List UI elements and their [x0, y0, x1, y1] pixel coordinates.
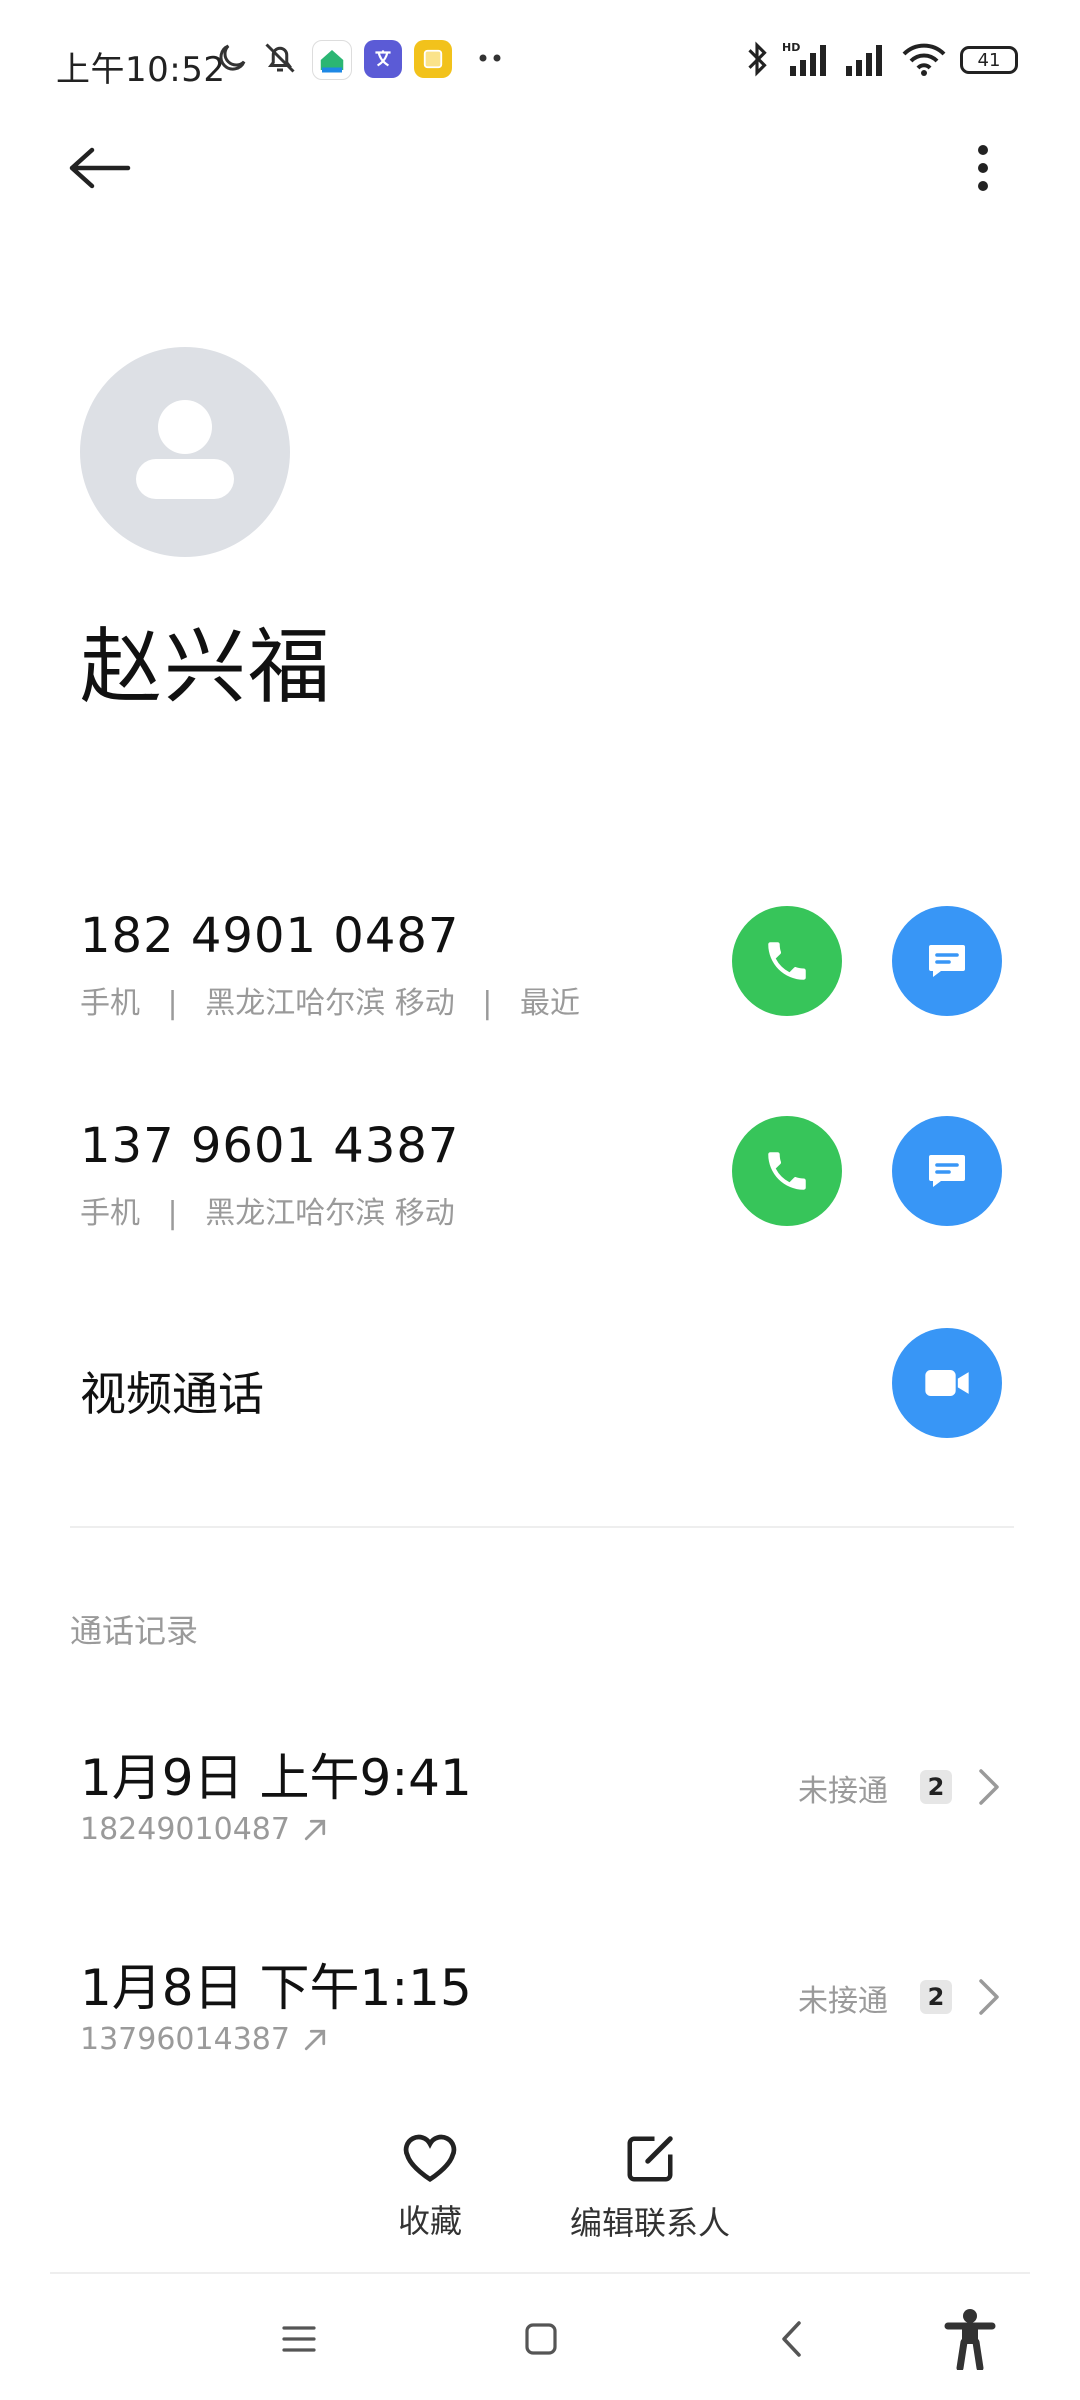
back-button[interactable]	[60, 128, 140, 208]
call-status: 未接通	[798, 1984, 888, 2019]
bell-off-icon	[262, 40, 298, 80]
person-icon	[136, 400, 234, 499]
video-camera-icon	[925, 1370, 969, 1396]
nav-menu-button[interactable]	[254, 2304, 344, 2374]
more-vertical-icon	[978, 145, 988, 191]
video-call-button[interactable]	[892, 1328, 1002, 1438]
message-icon	[929, 1155, 965, 1187]
heart-icon	[403, 2134, 457, 2183]
call-log-number: 13796014387	[80, 2022, 290, 2057]
phone-icon	[768, 942, 806, 980]
phone-meta-1: 手机 | 黑龙江哈尔滨 移动 | 最近	[80, 978, 580, 1022]
status-bar: 上午10:52 HD 41	[0, 0, 1080, 120]
call-count-badge: 2	[920, 1770, 952, 1804]
phone-number-2[interactable]: 137 9601 4387	[80, 1118, 459, 1174]
edit-icon	[627, 2136, 673, 2182]
phone-icon	[768, 1152, 806, 1190]
edit-contact-label: 编辑联系人	[569, 2204, 730, 2242]
moon-icon	[214, 40, 250, 80]
status-time: 上午10:52	[56, 50, 226, 90]
phone-number-1[interactable]: 182 4901 0487	[80, 908, 459, 964]
message-button-2[interactable]	[892, 1116, 1002, 1226]
phone-type: 手机	[80, 986, 140, 1021]
contact-avatar[interactable]	[80, 347, 290, 557]
divider	[70, 1526, 1014, 1528]
translate-app-icon	[364, 40, 402, 78]
call-log-datetime: 1月8日 下午1:15	[80, 1959, 472, 2017]
divider	[50, 2272, 1030, 2274]
chevron-right-icon	[976, 1976, 1002, 2022]
more-options-button[interactable]	[950, 128, 1016, 208]
phone-type: 手机	[80, 1196, 140, 1231]
call-button-2[interactable]	[732, 1116, 842, 1226]
call-log-number-row: 18249010487	[80, 1812, 330, 1847]
phone-meta-2: 手机 | 黑龙江哈尔滨 移动	[80, 1188, 455, 1232]
call-log-datetime: 1月9日 上午9:41	[80, 1749, 472, 1807]
edit-contact-button[interactable]: 编辑联系人	[560, 2132, 740, 2244]
call-log-title: 通话记录	[70, 1612, 199, 1650]
accessibility-icon	[944, 2309, 996, 2370]
call-log-entry-1[interactable]: 1月9日 上午9:41 18249010487 未接通 2	[0, 1720, 1080, 1860]
video-call-label[interactable]: 视频通话	[80, 1358, 264, 1424]
bluetooth-icon	[742, 40, 772, 82]
call-log-entry-2[interactable]: 1月8日 下午1:15 13796014387 未接通 2	[0, 1930, 1080, 2070]
chevron-right-icon	[976, 1766, 1002, 1812]
contact-name: 赵兴福	[80, 620, 333, 715]
yellow-app-icon	[414, 40, 452, 78]
more-notifications-icon	[476, 48, 506, 72]
call-log-number: 18249010487	[80, 1812, 290, 1847]
phone-recent-tag: 最近	[519, 986, 580, 1021]
wifi-icon	[900, 40, 948, 82]
favorite-button[interactable]: 收藏	[370, 2132, 490, 2242]
separator: |	[167, 1196, 178, 1231]
signal-icon	[842, 40, 890, 82]
phone-location: 黑龙江哈尔滨 移动	[205, 986, 455, 1021]
call-count-badge: 2	[920, 1980, 952, 2014]
battery-indicator: 41	[960, 46, 1018, 74]
nav-accessibility-button[interactable]	[925, 2304, 1015, 2374]
hd-signal-icon: HD	[782, 40, 834, 82]
home-app-icon	[312, 40, 352, 80]
call-button-1[interactable]	[732, 906, 842, 1016]
outgoing-call-icon	[304, 2029, 326, 2050]
separator: |	[482, 986, 493, 1021]
call-log-number-row: 13796014387	[80, 2022, 330, 2057]
svg-text:HD: HD	[782, 41, 800, 54]
call-status: 未接通	[798, 1774, 888, 1809]
message-icon	[929, 945, 965, 977]
nav-home-button[interactable]	[496, 2304, 586, 2374]
separator: |	[167, 986, 178, 1021]
arrow-left-icon	[69, 147, 131, 189]
favorite-label: 收藏	[397, 2202, 462, 2240]
chevron-left-icon	[782, 2321, 801, 2357]
message-button-1[interactable]	[892, 906, 1002, 1016]
nav-back-button[interactable]	[746, 2304, 836, 2374]
outgoing-call-icon	[304, 1819, 326, 1840]
menu-icon	[282, 2326, 316, 2352]
phone-location: 黑龙江哈尔滨 移动	[205, 1196, 455, 1231]
square-icon	[525, 2323, 557, 2355]
